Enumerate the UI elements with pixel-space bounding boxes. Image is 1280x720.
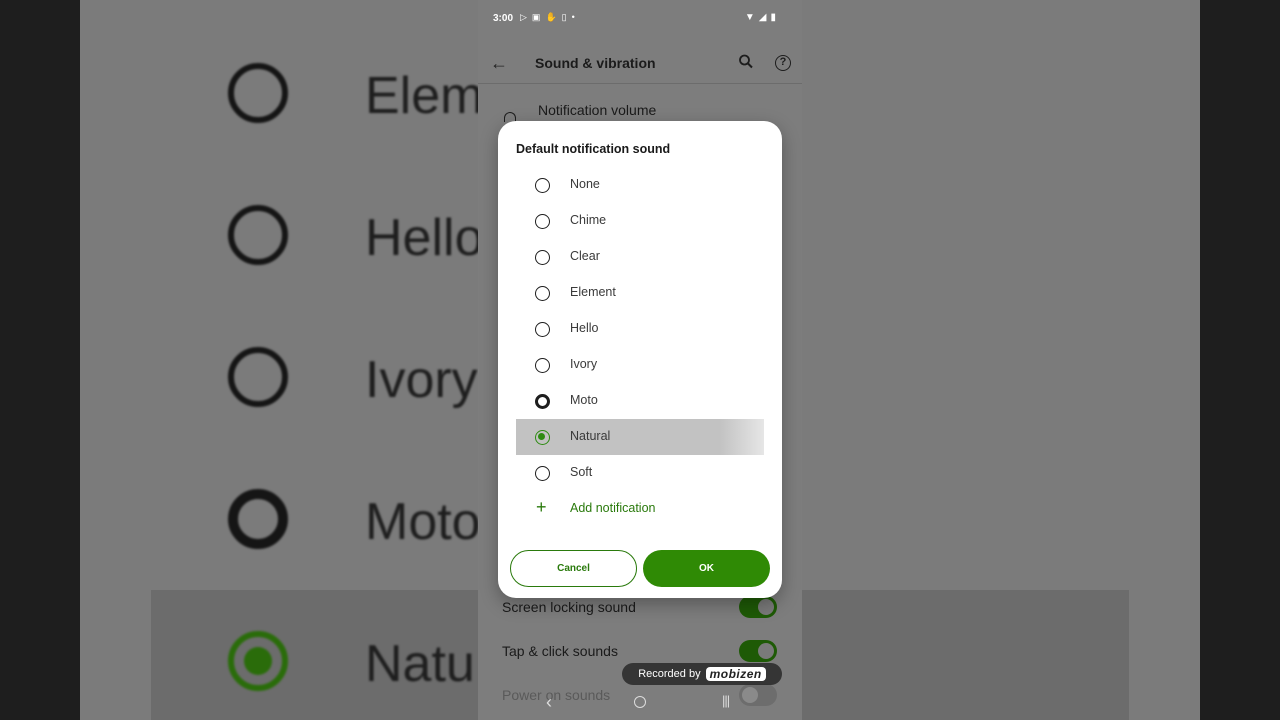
play-icon: ▷	[520, 12, 527, 22]
option-natural[interactable]: Natural	[516, 419, 764, 455]
nav-back-icon[interactable]: ‹	[546, 692, 552, 713]
screen: Elem Hello Ivory Moto Natu 3:00 ▷ ▣ ✋ ▯ …	[0, 0, 1280, 720]
photo-icon: ▣	[531, 12, 541, 22]
status-time: 3:00	[493, 13, 514, 24]
app-bar: ← Sound & vibration ?	[478, 44, 802, 84]
right-edge	[1200, 0, 1280, 720]
option-label: Element	[570, 285, 616, 299]
hand-icon: ✋	[545, 12, 557, 22]
add-notification-label: Add notification	[570, 501, 656, 515]
help-icon[interactable]: ?	[775, 55, 791, 71]
dot-icon: •	[571, 12, 575, 22]
radio-icon[interactable]	[535, 466, 550, 481]
option-none[interactable]: None	[516, 167, 764, 203]
option-clear[interactable]: Clear	[516, 239, 764, 275]
option-label: Moto	[570, 393, 598, 407]
zoomed-radio-icon	[228, 205, 288, 265]
battery-icon: ▮	[770, 12, 776, 23]
option-hello[interactable]: Hello	[516, 311, 764, 347]
status-right-icons: ▼ ◢ ▮	[745, 12, 776, 23]
signal-icon: ◢	[758, 12, 767, 23]
radio-icon[interactable]	[535, 322, 550, 337]
zoomed-radio-checked-icon	[228, 631, 288, 691]
left-edge	[0, 0, 80, 720]
option-label: Chime	[570, 213, 607, 227]
zoomed-radio-icon	[228, 489, 288, 549]
zoomed-radio-icon	[228, 347, 288, 407]
status-bar: 3:00 ▷ ▣ ✋ ▯ • ▼ ◢ ▮	[478, 0, 802, 38]
zoomed-label: Ivory	[365, 351, 478, 409]
back-arrow-icon[interactable]: ←	[490, 53, 508, 74]
zoomed-radio-icon	[228, 63, 288, 123]
radio-icon[interactable]	[535, 178, 550, 193]
wifi-icon: ▼	[744, 12, 755, 23]
zoomed-label: Moto	[365, 493, 481, 551]
recording-watermark: Recorded by mobizen	[622, 663, 782, 685]
nav-home-icon[interactable]	[634, 696, 646, 708]
option-label: Hello	[570, 321, 599, 335]
option-label: Soft	[570, 465, 593, 479]
navigation-bar: ‹ |||	[478, 688, 802, 718]
option-label: None	[570, 177, 600, 191]
option-moto[interactable]: Moto	[516, 383, 764, 419]
zoomed-label: Natu	[365, 635, 475, 693]
option-label: Ivory	[570, 357, 598, 371]
radio-icon[interactable]	[535, 250, 550, 265]
radio-icon[interactable]	[535, 394, 550, 409]
radio-icon[interactable]	[535, 214, 550, 229]
notification-volume-label: Notification volume	[538, 102, 657, 118]
tap-click-sounds-label: Tap & click sounds	[502, 643, 618, 659]
option-soft[interactable]: Soft	[516, 455, 764, 491]
radio-icon[interactable]	[535, 358, 550, 373]
dialog-title: Default notification sound	[516, 142, 671, 156]
option-label: Clear	[570, 249, 600, 263]
zoomed-label: Hello	[365, 209, 484, 267]
tap-click-sounds-toggle[interactable]	[739, 640, 777, 662]
screen-record-icon: ▯	[561, 12, 567, 22]
nav-recents-icon[interactable]: |||	[722, 693, 730, 708]
ok-button[interactable]: OK	[643, 550, 770, 587]
status-icons: ▷ ▣ ✋ ▯ •	[520, 12, 575, 23]
option-element[interactable]: Element	[516, 275, 764, 311]
watermark-brand: mobizen	[705, 667, 766, 681]
cancel-button[interactable]: Cancel	[510, 550, 637, 587]
option-ivory[interactable]: Ivory	[516, 347, 764, 383]
add-notification-row[interactable]: + Add notification	[516, 491, 764, 527]
notification-sound-dialog: Default notification sound None Chime Cl…	[498, 121, 782, 598]
radio-checked-icon[interactable]	[535, 430, 550, 445]
zoomed-selected-highlight-right	[802, 590, 1129, 720]
zoomed-label: Elem	[365, 67, 484, 125]
plus-icon: +	[536, 497, 547, 517]
screen-locking-sound-label: Screen locking sound	[502, 599, 636, 615]
screen-locking-sound-toggle[interactable]	[739, 596, 777, 618]
option-chime[interactable]: Chime	[516, 203, 764, 239]
option-label: Natural	[570, 429, 611, 443]
page-title: Sound & vibration	[535, 55, 656, 71]
search-icon[interactable]	[738, 52, 754, 72]
watermark-prefix: Recorded by	[638, 668, 701, 680]
radio-icon[interactable]	[535, 286, 550, 301]
